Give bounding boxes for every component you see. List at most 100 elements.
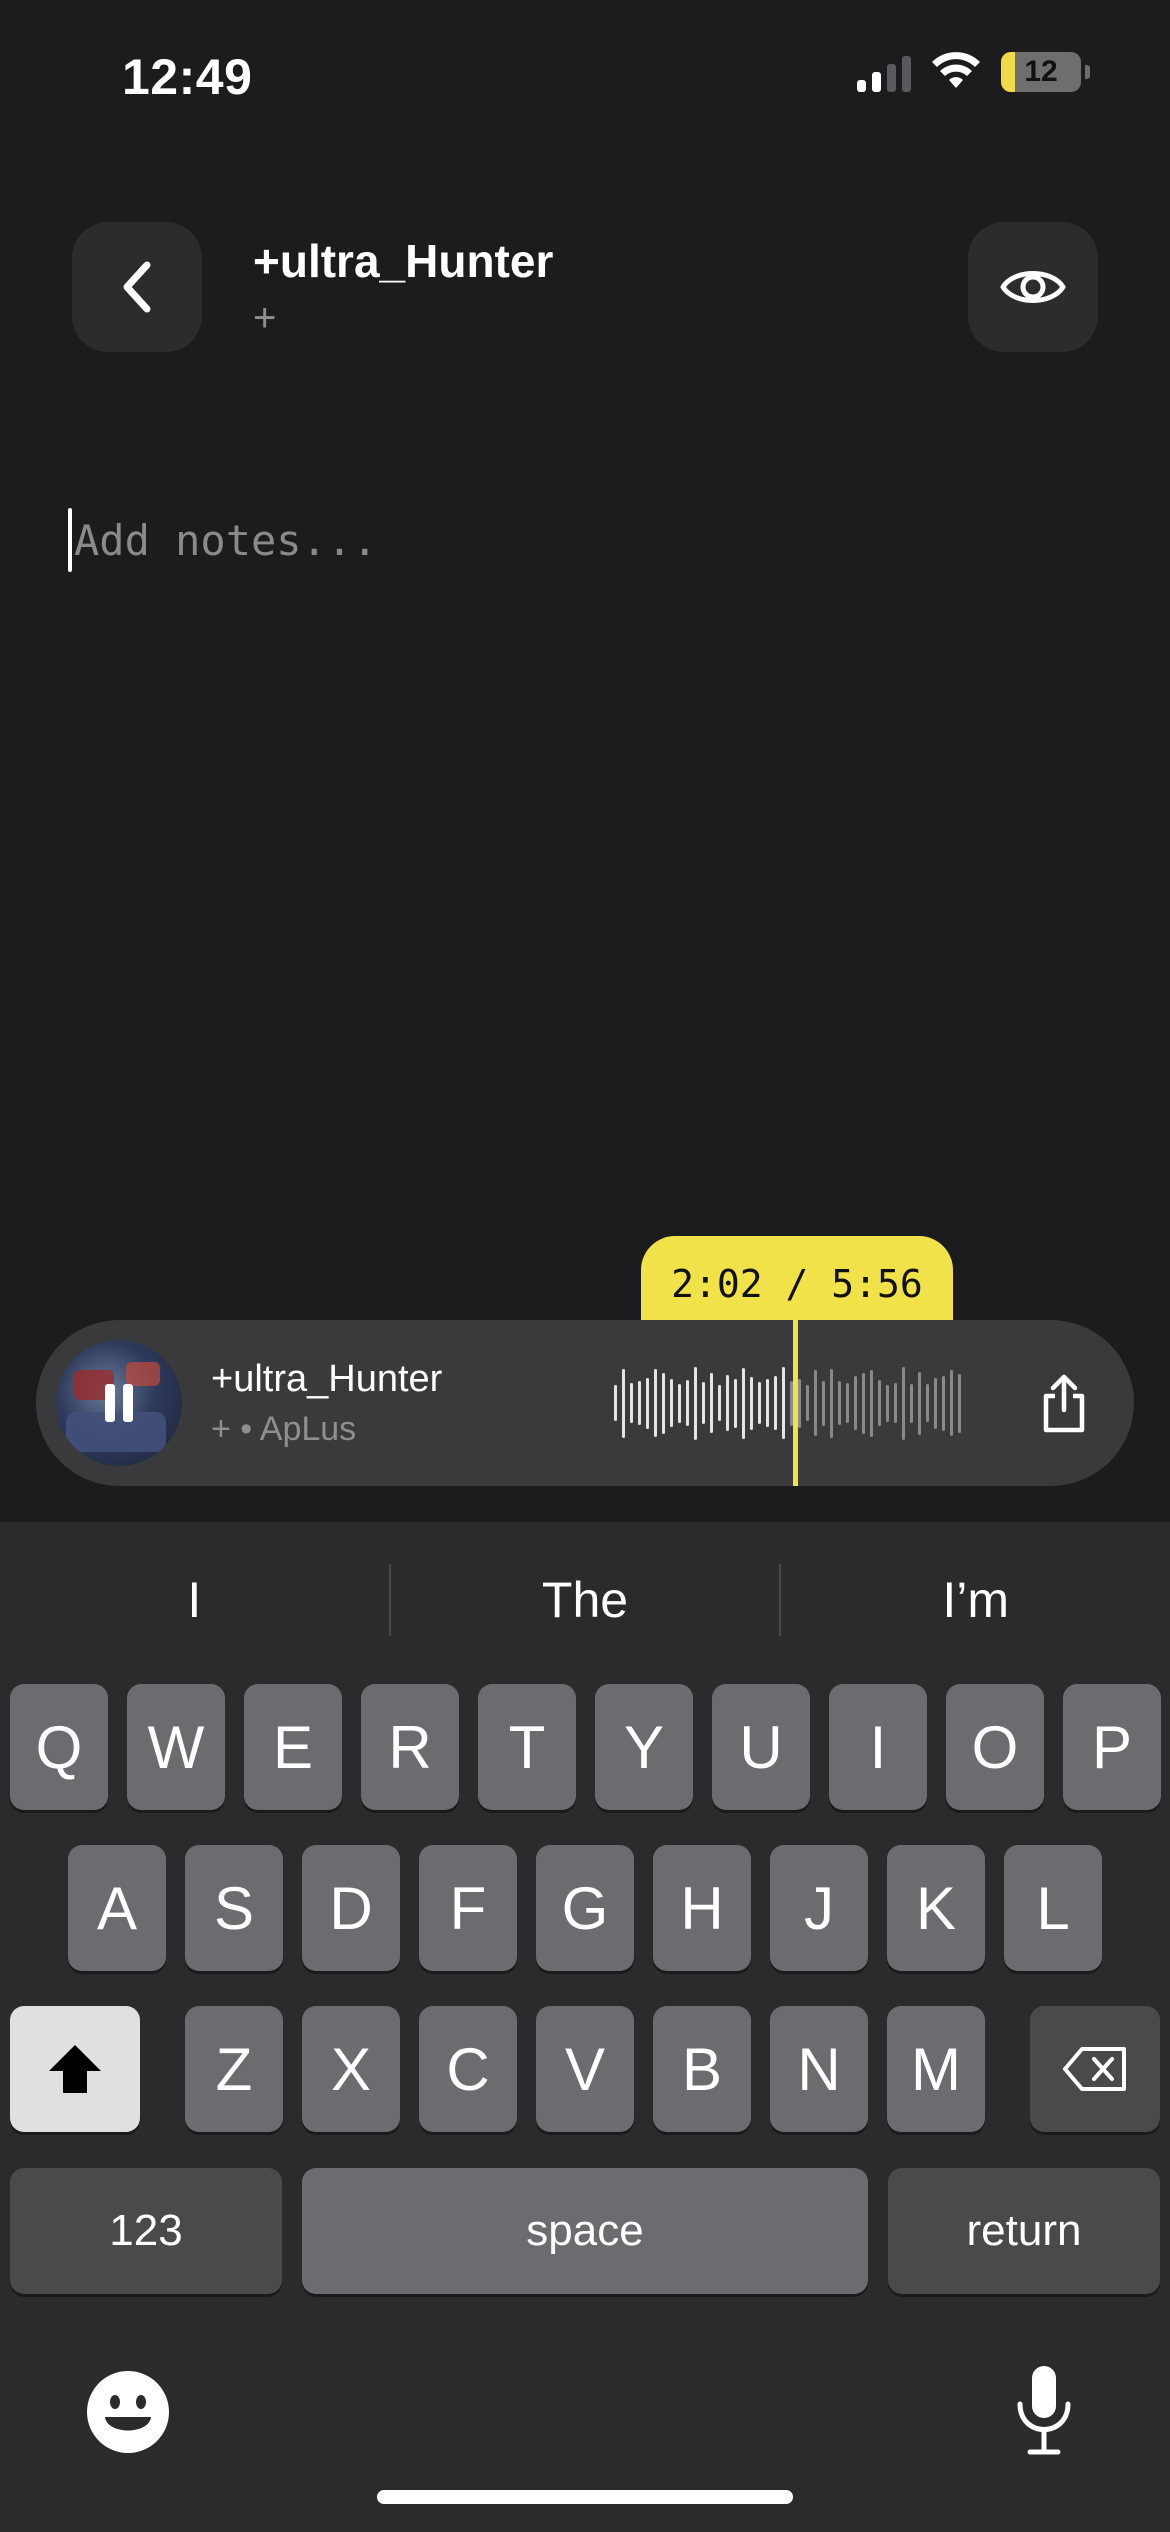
track-title: +ultra_Hunter <box>211 1358 443 1400</box>
eye-icon <box>1000 271 1066 303</box>
key-r[interactable]: R <box>361 1684 459 1810</box>
waveform-bar <box>878 1380 881 1426</box>
key-w[interactable]: W <box>127 1684 225 1810</box>
return-key[interactable]: return <box>888 2168 1160 2294</box>
back-button[interactable] <box>72 222 202 352</box>
waveform-bar <box>734 1378 737 1428</box>
delete-key[interactable] <box>1030 2006 1160 2132</box>
waveform-bar <box>654 1369 657 1437</box>
key-j[interactable]: J <box>770 1845 868 1971</box>
waveform-bar <box>926 1384 929 1422</box>
preview-button[interactable] <box>968 222 1098 352</box>
waveform-bar <box>702 1382 705 1424</box>
key-k[interactable]: K <box>887 1845 985 1971</box>
key-y[interactable]: Y <box>595 1684 693 1810</box>
key-g[interactable]: G <box>536 1845 634 1971</box>
key-u[interactable]: U <box>712 1684 810 1810</box>
waveform-bar <box>718 1385 721 1421</box>
key-i[interactable]: I <box>829 1684 927 1810</box>
waveform-bar <box>918 1371 921 1435</box>
key-h[interactable]: H <box>653 1845 751 1971</box>
battery-icon: 12 <box>1001 52 1081 92</box>
waveform-bar <box>614 1385 617 1421</box>
page-title: +ultra_Hunter <box>253 235 554 287</box>
waveform-bar <box>686 1380 689 1426</box>
waveform-bar <box>862 1372 865 1434</box>
waveform-bar <box>646 1377 649 1429</box>
notes-area[interactable] <box>68 500 1098 580</box>
key-x[interactable]: X <box>302 2006 400 2132</box>
share-icon <box>1043 1374 1085 1433</box>
waveform-bar <box>630 1383 633 1423</box>
key-b[interactable]: B <box>653 2006 751 2132</box>
wifi-icon <box>932 52 980 88</box>
waveform-bar <box>694 1366 697 1440</box>
key-s[interactable]: S <box>185 1845 283 1971</box>
waveform-bar <box>782 1367 785 1439</box>
waveform-bar <box>854 1376 857 1430</box>
suggestion-item[interactable]: I <box>0 1571 389 1629</box>
waveform-bar <box>894 1383 897 1423</box>
key-t[interactable]: T <box>478 1684 576 1810</box>
space-key[interactable]: space <box>302 2168 868 2294</box>
waveform-bar <box>958 1373 961 1433</box>
emoji-icon <box>87 2371 169 2453</box>
page-subtitle: + <box>253 296 277 340</box>
key-l[interactable]: L <box>1004 1845 1102 1971</box>
waveform-bar <box>798 1378 801 1428</box>
waveform-bar <box>622 1368 625 1438</box>
key-o[interactable]: O <box>946 1684 1044 1810</box>
delete-icon <box>1063 2047 1126 2091</box>
playhead[interactable] <box>793 1320 798 1486</box>
key-p[interactable]: P <box>1063 1684 1161 1810</box>
pause-icon <box>105 1384 133 1422</box>
key-m[interactable]: M <box>887 2006 985 2132</box>
key-q[interactable]: Q <box>10 1684 108 1810</box>
key-z[interactable]: Z <box>185 2006 283 2132</box>
key-n[interactable]: N <box>770 2006 868 2132</box>
waveform-bar <box>822 1380 825 1426</box>
waveform-bar <box>758 1382 761 1424</box>
numbers-key[interactable]: 123 <box>10 2168 282 2294</box>
playback-time-tag: 2:02 / 5:56 <box>641 1236 953 1332</box>
key-v[interactable]: V <box>536 2006 634 2132</box>
audio-player: +ultra_Hunter + • ApLus <box>36 1320 1134 1486</box>
waveform-bar <box>902 1366 905 1440</box>
waveform-bar <box>678 1383 681 1423</box>
waveform-bar <box>662 1372 665 1434</box>
notes-input[interactable] <box>74 515 1054 565</box>
key-a[interactable]: A <box>68 1845 166 1971</box>
chevron-left-icon <box>123 261 151 313</box>
microphone-icon <box>1017 2366 1071 2455</box>
waveform-bar <box>886 1384 889 1422</box>
key-f[interactable]: F <box>419 1845 517 1971</box>
waveform-bar <box>742 1367 745 1439</box>
waveform-bar <box>774 1376 777 1430</box>
waveform-bar <box>806 1385 809 1421</box>
key-c[interactable]: C <box>419 2006 517 2132</box>
status-icons: 12 <box>857 52 1090 92</box>
waveform-bar <box>950 1370 953 1436</box>
album-art[interactable] <box>56 1340 182 1466</box>
waveform-bar <box>638 1381 641 1425</box>
waveform-bar <box>830 1368 833 1438</box>
home-indicator <box>377 2490 793 2504</box>
suggestion-bar: I The I’m <box>0 1522 1170 1678</box>
share-button[interactable] <box>1024 1363 1104 1443</box>
dictation-button[interactable] <box>996 2356 1092 2466</box>
status-time: 12:49 <box>122 49 253 105</box>
key-e[interactable]: E <box>244 1684 342 1810</box>
waveform-bar <box>814 1370 817 1436</box>
shift-key[interactable] <box>10 2006 140 2132</box>
text-caret <box>68 508 72 572</box>
waveform-bar <box>838 1381 841 1425</box>
track-subtitle: + • ApLus <box>211 1410 357 1448</box>
waveform-bar <box>726 1375 729 1431</box>
key-d[interactable]: D <box>302 1845 400 1971</box>
waveform-bar <box>670 1379 673 1427</box>
waveform-bar <box>750 1376 753 1430</box>
suggestion-item[interactable]: I’m <box>781 1571 1170 1629</box>
emoji-button[interactable] <box>80 2364 176 2460</box>
suggestion-item[interactable]: The <box>391 1571 780 1629</box>
keyboard: I The I’m 123 space return Q W E R T Y U… <box>0 1522 1170 2532</box>
